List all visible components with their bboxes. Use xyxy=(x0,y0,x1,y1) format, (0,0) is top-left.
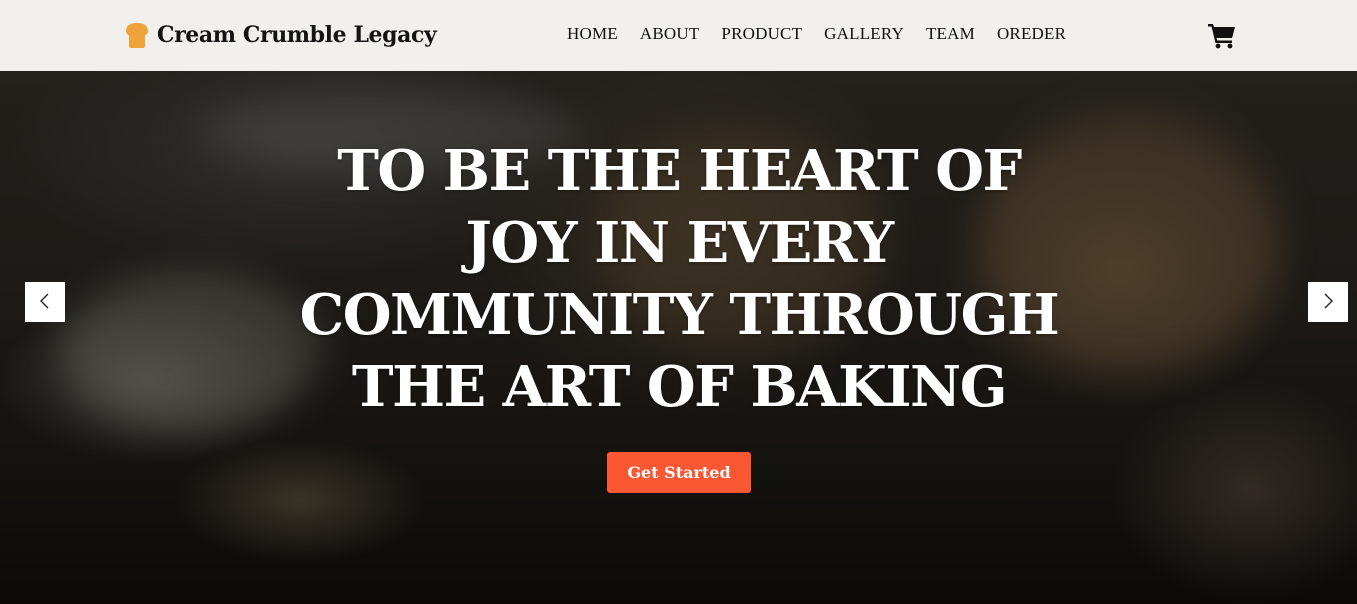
shopping-cart-icon[interactable] xyxy=(1207,21,1237,49)
nav-item-team[interactable]: TEAM xyxy=(926,24,975,44)
brand-logo-link[interactable]: Cream Crumble Legacy xyxy=(122,18,437,52)
navbar: Cream Crumble Legacy HOME ABOUT PRODUCT … xyxy=(0,0,1357,71)
hero-carousel: TO BE THE HEART OF JOY IN EVERY COMMUNIT… xyxy=(0,71,1357,604)
chevron-left-icon xyxy=(38,292,52,313)
main-nav: HOME ABOUT PRODUCT GALLERY TEAM OREDER xyxy=(567,24,1066,44)
hero-heading: TO BE THE HEART OF JOY IN EVERY COMMUNIT… xyxy=(299,138,1060,420)
nav-item-about[interactable]: ABOUT xyxy=(640,24,700,44)
get-started-button[interactable]: Get Started xyxy=(607,452,751,493)
chevron-right-icon xyxy=(1321,292,1335,313)
carousel-prev-button[interactable] xyxy=(25,282,65,322)
brand-name: Cream Crumble Legacy xyxy=(157,22,437,48)
nav-item-product[interactable]: PRODUCT xyxy=(721,24,802,44)
bread-icon xyxy=(122,21,152,49)
nav-item-home[interactable]: HOME xyxy=(567,24,618,44)
carousel-next-button[interactable] xyxy=(1308,282,1348,322)
nav-item-order[interactable]: OREDER xyxy=(997,24,1066,44)
nav-item-gallery[interactable]: GALLERY xyxy=(824,24,904,44)
